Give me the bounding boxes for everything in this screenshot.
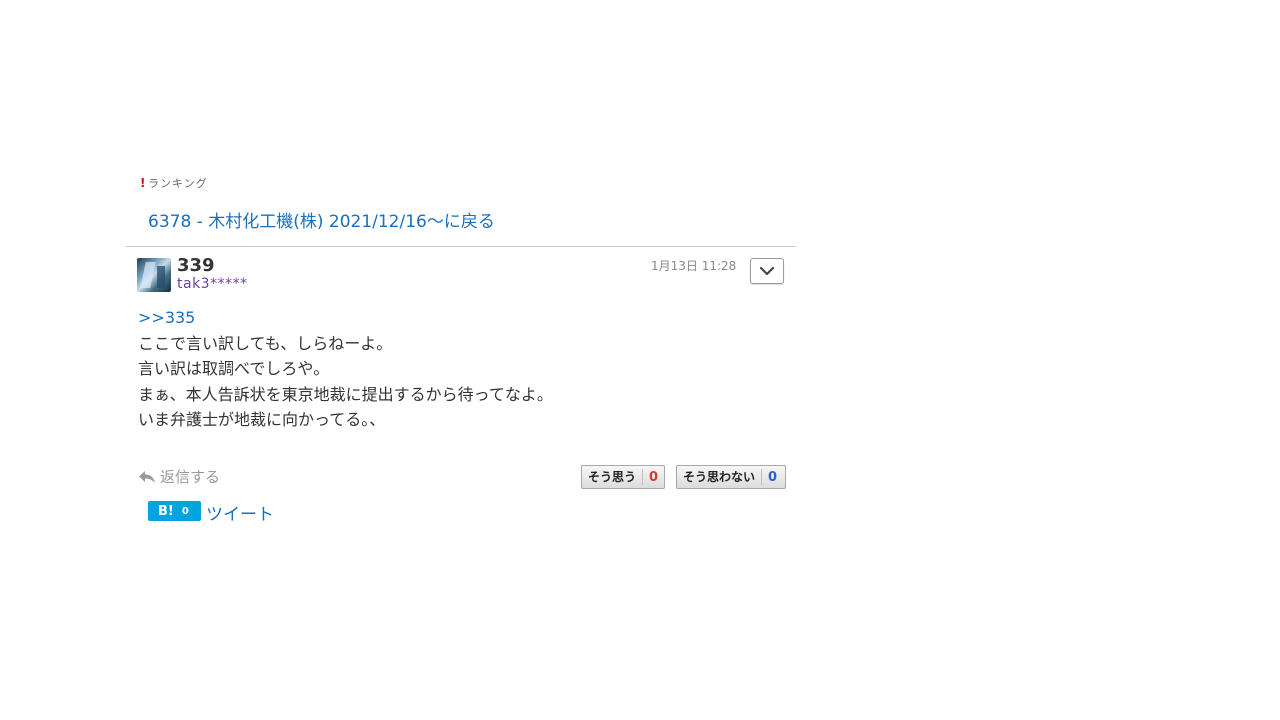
post-body-line: ここで言い訳しても、しらねーよ。	[138, 333, 393, 353]
hatena-bookmark-icon: B!	[158, 503, 174, 519]
disagree-count: 0	[768, 469, 778, 485]
agree-button[interactable]: そう思う 0	[581, 465, 665, 489]
page: ! ランキング 6378 - 木村化工機(株) 2021/12/16〜に戻る 33…	[0, 0, 1280, 720]
post-body-line: 言い訳は取調べでしろや。	[138, 359, 330, 378]
reply-label: 返信する	[160, 468, 221, 486]
reply-anchor-link[interactable]: >>335	[138, 305, 553, 331]
tweet-link[interactable]: ツイート	[206, 500, 274, 525]
post-number: 339	[177, 255, 215, 276]
post-timestamp: 1月13日 11:28	[651, 259, 737, 273]
post-body-line: いま弁護士が地裁に向かってる。、	[138, 410, 386, 429]
post-body: >>335 ここで言い訳しても、しらねーよ。 言い訳は取調べでしろや。 まぁ、本…	[138, 305, 553, 433]
disagree-label: そう思わない	[677, 469, 763, 485]
reply-arrow-icon	[139, 470, 155, 483]
ranking-crown-icon: !	[140, 176, 146, 190]
agree-count: 0	[649, 469, 659, 485]
avatar[interactable]	[137, 258, 171, 292]
disagree-button[interactable]: そう思わない 0	[676, 465, 786, 489]
reply-button[interactable]: 返信する	[138, 466, 220, 487]
ranking-label: ランキング	[148, 177, 208, 190]
back-to-board-link[interactable]: 6378 - 木村化工機(株) 2021/12/16〜に戻る	[148, 207, 495, 232]
ranking-strip[interactable]: ! ランキング	[140, 176, 340, 190]
agree-label: そう思う	[582, 469, 644, 485]
hatena-bookmark-button[interactable]: B! 0	[148, 501, 201, 521]
chevron-down-icon	[759, 266, 775, 276]
hatena-bookmark-count: 0	[181, 505, 189, 517]
username-link[interactable]: tak3*****	[177, 276, 248, 292]
divider	[126, 246, 796, 247]
post-body-line: まぁ、本人告訴状を東京地裁に提出するから待ってなよ。	[138, 384, 553, 404]
post-menu-button[interactable]	[750, 258, 784, 284]
